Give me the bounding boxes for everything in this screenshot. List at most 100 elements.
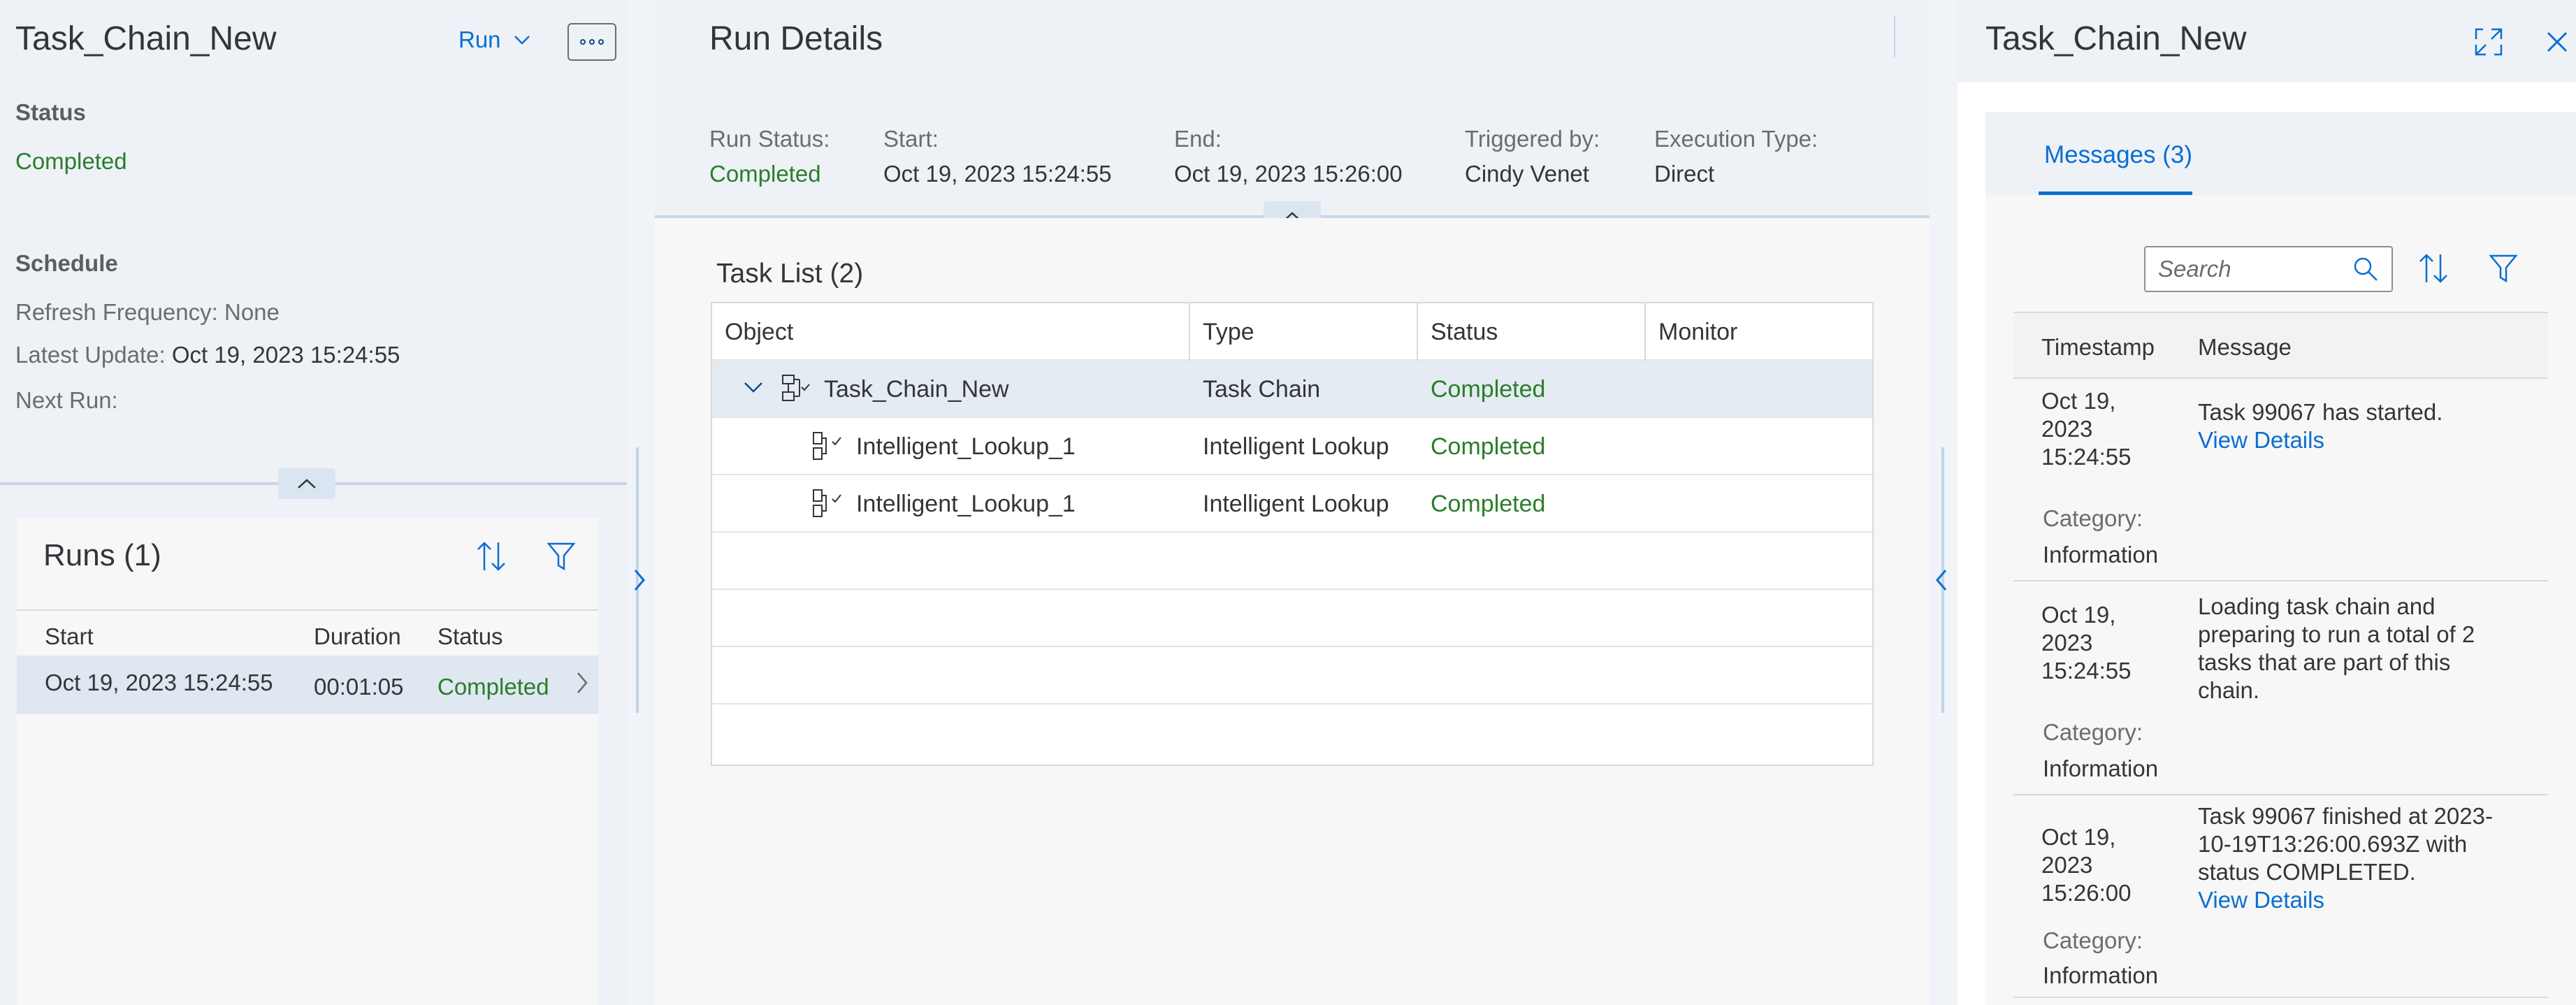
start-label: Start: <box>883 126 939 152</box>
filter-icon[interactable] <box>2489 253 2518 284</box>
table-row[interactable]: Oct 19, 2023 15:24:55 00:01:05 Completed <box>17 656 598 714</box>
column-header-message: Message <box>2198 334 2292 360</box>
run-status: Completed <box>437 674 549 700</box>
tab-messages[interactable]: Messages (3) <box>2044 141 2192 169</box>
category-value: Information <box>2043 962 2159 988</box>
message-row: Oct 19, 2023 15:26:00 Category: Informat… <box>2013 795 2548 998</box>
column-header-start: Start <box>45 623 94 649</box>
message-text: Task 99067 finished at 2023- 10-19T13:26… <box>2198 802 2533 914</box>
task-object-name: Intelligent_Lookup_1 <box>856 433 1076 460</box>
category-label: Category: <box>2043 505 2143 531</box>
task-chain-icon <box>782 375 810 401</box>
collapse-header-button[interactable] <box>278 468 335 499</box>
timestamp-time: 15:26:00 <box>2041 880 2132 906</box>
message-timestamp: Oct 19, 2023 15:24:55 <box>2041 387 2131 471</box>
view-details-link[interactable]: View Details <box>2198 886 2533 914</box>
runs-table-header: Start Duration Status <box>17 609 598 649</box>
sort-icon[interactable] <box>475 540 507 573</box>
status-value: Completed <box>15 148 127 174</box>
task-status: Completed <box>1431 433 1546 460</box>
close-icon[interactable] <box>2545 29 2570 55</box>
task-list-table: Object Type Status Monitor Task_Chain_Ne… <box>711 302 1874 766</box>
intelligent-lookup-icon <box>813 489 841 517</box>
run-status-value: Completed <box>709 161 821 187</box>
message-line: tasks that are part of this <box>2198 649 2451 675</box>
message-row: Oct 19, 2023 15:24:55 Category: Informat… <box>2013 581 2548 795</box>
execution-type-label: Execution Type: <box>1654 126 1818 152</box>
messages-panel: Task_Chain_New Messages (3) Search Times… <box>1958 0 2576 1005</box>
category-value: Information <box>2043 542 2159 567</box>
overflow-dot-icon <box>589 39 595 45</box>
chevron-right-icon <box>577 672 588 693</box>
timestamp-date: Oct 19, <box>2041 388 2116 414</box>
message-line: status COMPLETED. <box>2198 859 2416 885</box>
category-label: Category: <box>2043 719 2143 745</box>
task-type: Task Chain <box>1203 375 1321 403</box>
search-field[interactable]: Search <box>2144 246 2393 292</box>
chevron-right-icon[interactable] <box>632 566 646 594</box>
message-line: chain. <box>2198 677 2260 703</box>
chevron-up-icon <box>298 479 316 489</box>
table-row[interactable]: Task_Chain_New Task Chain Completed <box>712 361 1872 418</box>
end-label: End: <box>1174 126 1222 152</box>
message-timestamp: Oct 19, 2023 15:26:00 <box>2041 823 2131 907</box>
task-status: Completed <box>1431 375 1546 403</box>
execution-type-value: Direct <box>1654 161 1715 187</box>
sort-icon[interactable] <box>2417 252 2450 285</box>
run-button-label: Run <box>458 27 501 52</box>
message-line: Task 99067 has started. <box>2198 399 2443 425</box>
left-panel: Task_Chain_New Run Status Completed Sche… <box>0 0 627 1005</box>
intelligent-lookup-icon <box>813 432 841 460</box>
table-header-row: Object Type Status Monitor <box>712 303 1872 361</box>
message-line: 10-19T13:26:00.693Z with <box>2198 831 2468 857</box>
expand-icon[interactable] <box>2473 27 2504 57</box>
next-run-label: Next Run: <box>15 387 118 413</box>
triggered-by-label: Triggered by: <box>1465 126 1600 152</box>
refresh-frequency-label: Refresh Frequency: <box>15 299 218 325</box>
triggered-by-value: Cindy Venet <box>1465 161 1589 187</box>
timestamp-year: 2023 <box>2041 416 2093 442</box>
task-status: Completed <box>1431 490 1546 517</box>
run-start: Oct 19, 2023 15:24:55 <box>45 670 273 695</box>
run-menu-button[interactable]: Run <box>458 27 530 53</box>
messages-table-header: Timestamp Message <box>2013 312 2548 379</box>
run-details-panel: Run Details Run Status: Completed Start:… <box>655 0 1930 1005</box>
column-header-status: Status <box>1431 318 1498 345</box>
end-value: Oct 19, 2023 15:26:00 <box>1174 161 1403 187</box>
table-row[interactable]: Intelligent_Lookup_1 Intelligent Lookup … <box>712 418 1872 475</box>
timestamp-date: Oct 19, <box>2041 602 2116 628</box>
filter-icon[interactable] <box>547 541 576 572</box>
column-header-duration: Duration <box>314 623 401 649</box>
message-line: preparing to run a total of 2 <box>2198 621 2475 647</box>
run-details-title: Run Details <box>709 20 883 57</box>
timestamp-time: 15:24:55 <box>2041 444 2132 470</box>
messages-section: Messages (3) Search Timestamp Message Oc… <box>1985 112 2576 1005</box>
task-type: Intelligent Lookup <box>1203 433 1389 460</box>
start-value: Oct 19, 2023 15:24:55 <box>883 161 1112 187</box>
search-placeholder: Search <box>2158 256 2231 282</box>
chevron-left-icon[interactable] <box>1934 566 1948 594</box>
overflow-dot-icon <box>598 39 604 45</box>
table-row[interactable]: Intelligent_Lookup_1 Intelligent Lookup … <box>712 475 1872 533</box>
message-timestamp: Oct 19, 2023 15:24:55 <box>2041 601 2131 685</box>
view-details-link[interactable]: View Details <box>2198 426 2533 454</box>
runs-card: Runs (1) Start Duration Status Oct 19, 2… <box>17 519 598 1005</box>
message-text: Task 99067 has started. View Details <box>2198 398 2533 454</box>
category-value: Information <box>2043 755 2159 781</box>
task-type: Intelligent Lookup <box>1203 490 1389 517</box>
runs-title: Runs (1) <box>43 538 161 572</box>
latest-update: Latest Update: Oct 19, 2023 15:24:55 <box>15 342 400 368</box>
message-line: Task 99067 finished at 2023- <box>2198 803 2493 829</box>
chevron-down-icon[interactable] <box>743 380 764 394</box>
empty-row <box>712 533 1872 590</box>
column-header-object: Object <box>725 318 794 345</box>
chevron-down-icon <box>514 36 530 45</box>
messages-panel-title: Task_Chain_New <box>1985 20 2247 57</box>
column-header-type: Type <box>1203 318 1254 345</box>
search-icon[interactable] <box>2352 256 2379 282</box>
category-label: Category: <box>2043 927 2143 953</box>
more-options-button[interactable] <box>567 23 616 61</box>
latest-update-value: Oct 19, 2023 15:24:55 <box>171 342 400 368</box>
run-status-label: Run Status: <box>709 126 830 152</box>
status-label: Status <box>15 99 86 125</box>
